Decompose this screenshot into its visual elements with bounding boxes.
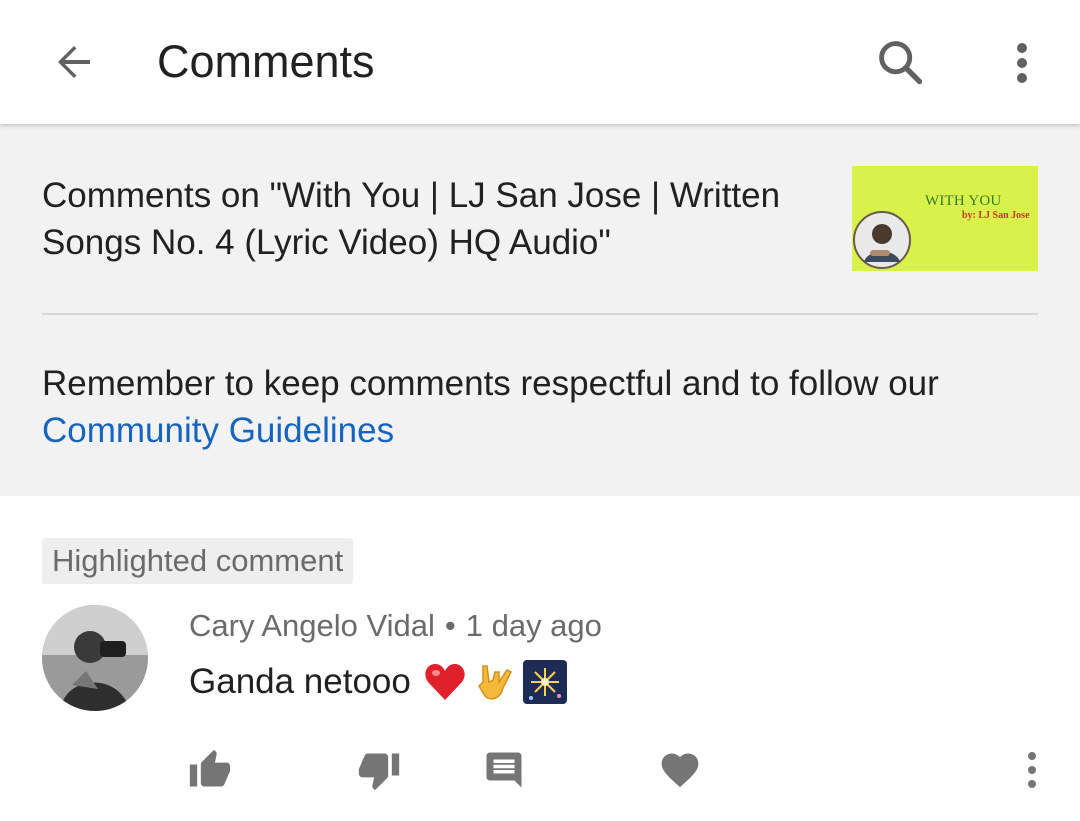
love-you-gesture-icon: [477, 665, 512, 700]
thumbnail-title: WITH YOU: [925, 193, 1002, 209]
community-reminder: Remember to keep comments respectful and…: [42, 360, 1042, 454]
comment-time: 1 day ago: [465, 608, 602, 643]
video-thumbnail[interactable]: WITH YOU by: LJ San Jose: [852, 166, 1038, 271]
avatar[interactable]: [42, 605, 148, 711]
creator-heart-button[interactable]: [652, 742, 708, 798]
fireworks-icon: [522, 660, 567, 704]
more-vert-icon: [1017, 43, 1027, 83]
page-title: Comments: [157, 36, 375, 87]
more-vert-icon: [1028, 752, 1036, 788]
red-heart-icon: [425, 664, 465, 700]
divider: [42, 313, 1038, 315]
thumbnail-artist-photo: [853, 211, 911, 269]
comment-text: Ganda netooo: [189, 662, 411, 701]
highlighted-comment-label: Highlighted comment: [42, 538, 354, 584]
comment-more-button[interactable]: [1004, 742, 1060, 798]
comment-meta: Cary Angelo Vidal • 1 day ago: [189, 605, 602, 647]
thumb-down-icon: [358, 753, 400, 791]
reply-button[interactable]: [476, 742, 532, 798]
community-guidelines-link[interactable]: Community Guidelines: [42, 411, 394, 450]
thumbnail-artist: by: LJ San Jose: [962, 210, 1030, 221]
reply-icon: [486, 752, 522, 788]
back-button[interactable]: [44, 32, 104, 92]
comment-body: Ganda netooo: [189, 658, 567, 706]
app-bar: Comments: [0, 0, 1080, 124]
search-button[interactable]: [870, 32, 930, 92]
dislike-button[interactable]: [351, 742, 407, 798]
commenter-photo: [42, 605, 148, 711]
video-info-panel: Comments on "With You | LJ San Jose | Wr…: [0, 124, 1080, 496]
thumb-up-icon: [189, 749, 231, 787]
heart-icon: [661, 753, 699, 788]
comment-author[interactable]: Cary Angelo Vidal: [189, 608, 435, 643]
meta-separator: •: [444, 608, 456, 643]
like-button[interactable]: [182, 742, 238, 798]
reminder-text: Remember to keep comments respectful and…: [42, 364, 939, 403]
more-options-button[interactable]: [992, 32, 1052, 92]
search-icon: [879, 41, 923, 85]
arrow-left-icon: [58, 46, 90, 78]
video-title: Comments on "With You | LJ San Jose | Wr…: [42, 176, 781, 262]
